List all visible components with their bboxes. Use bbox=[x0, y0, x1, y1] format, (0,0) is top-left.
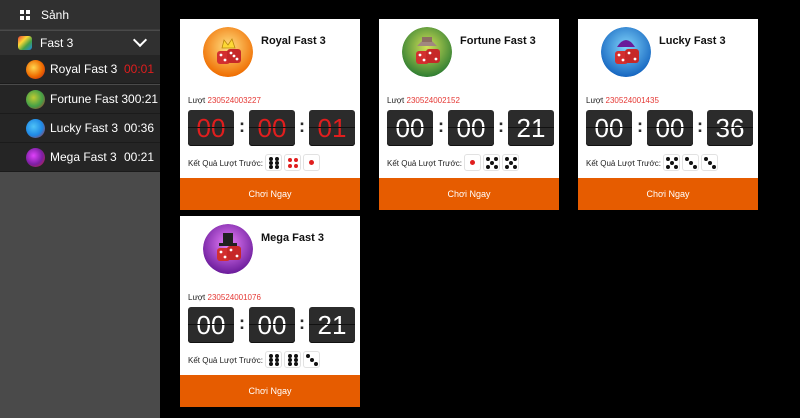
timer-separator: : bbox=[299, 116, 305, 136]
fortune-fast-3-icon bbox=[26, 89, 45, 109]
dice-six-icon bbox=[284, 351, 301, 368]
game-card-lucky-fast-3: Lucky Fast 3 Lượt 230524001435 00 : 00 :… bbox=[578, 19, 758, 210]
sidebar-item-fortune-fast-3[interactable]: Fortune Fast 3 00:21 bbox=[0, 85, 160, 114]
mega-fast-3-icon bbox=[26, 147, 45, 167]
sidebar-group-fast3[interactable]: Fast 3 bbox=[0, 31, 160, 55]
timer-separator: : bbox=[239, 116, 245, 136]
round-id: 230524001435 bbox=[605, 96, 659, 105]
dice-one-icon bbox=[303, 154, 320, 171]
dice-five-icon bbox=[663, 154, 680, 171]
timer-seconds: 21 bbox=[309, 307, 355, 343]
sidebar-game-countdown: 00:21 bbox=[123, 150, 154, 164]
card-title: Fortune Fast 3 bbox=[460, 35, 536, 47]
round-label: Lượt bbox=[188, 293, 206, 302]
round-id: 230524001076 bbox=[207, 293, 261, 302]
sidebar-game-name: Mega Fast 3 bbox=[50, 150, 117, 164]
timer-separator: : bbox=[697, 116, 703, 136]
sidebar-game-countdown: 00:21 bbox=[128, 92, 159, 106]
fortune-fast-3-logo bbox=[402, 27, 452, 77]
royal-fast-3-logo bbox=[203, 27, 253, 77]
timer-separator: : bbox=[498, 116, 504, 136]
lucky-fast-3-logo bbox=[601, 27, 651, 77]
sidebar-game-countdown: 00:01 bbox=[123, 62, 154, 76]
dice-three-icon bbox=[701, 154, 718, 171]
timer-seconds: 21 bbox=[508, 110, 554, 146]
mega-fast-3-logo bbox=[203, 224, 253, 274]
sidebar-game-name: Fortune Fast 3 bbox=[50, 92, 129, 106]
round-label: Lượt bbox=[188, 96, 206, 105]
timer-separator: : bbox=[438, 116, 444, 136]
sidebar-item-label: Sảnh bbox=[41, 7, 70, 22]
chevron-down-icon[interactable] bbox=[132, 32, 148, 48]
dice-three-icon bbox=[303, 351, 320, 368]
round-info: Lượt 230524003227 bbox=[188, 96, 261, 105]
royal-fast-3-icon bbox=[26, 59, 45, 79]
timer-hours: 00 bbox=[188, 110, 234, 146]
round-label: Lượt bbox=[586, 96, 604, 105]
game-card-mega-fast-3: Mega Fast 3 Lượt 230524001076 00 : 00 : … bbox=[180, 216, 360, 407]
dice-three-icon bbox=[682, 154, 699, 171]
timer-hours: 00 bbox=[586, 110, 632, 146]
timer-minutes: 00 bbox=[249, 307, 295, 343]
grid-icon bbox=[20, 9, 30, 20]
round-id: 230524003227 bbox=[207, 96, 261, 105]
timer-minutes: 00 bbox=[647, 110, 693, 146]
play-now-button[interactable]: Chơi Ngay bbox=[578, 178, 758, 210]
countdown-timer: 00 : 00 : 36 bbox=[586, 110, 754, 146]
sidebar-game-name: Royal Fast 3 bbox=[50, 62, 118, 76]
sidebar: Sảnh Fast 3 Royal Fast 3 00:01 Fortune F… bbox=[0, 0, 160, 418]
sidebar-item-lucky-fast-3[interactable]: Lucky Fast 3 00:36 bbox=[0, 114, 160, 143]
sidebar-item-royal-fast-3[interactable]: Royal Fast 3 00:01 bbox=[0, 55, 160, 84]
previous-result-label: Kết Quả Lượt Trước: bbox=[188, 356, 264, 365]
card-title: Mega Fast 3 bbox=[261, 232, 324, 244]
round-info: Lượt 230524002152 bbox=[387, 96, 460, 105]
timer-separator: : bbox=[239, 313, 245, 333]
game-card-royal-fast-3: Royal Fast 3 Lượt 230524003227 00 : 00 :… bbox=[180, 19, 360, 210]
previous-result-label: Kết Quả Lượt Trước: bbox=[188, 159, 264, 168]
timer-seconds: 36 bbox=[707, 110, 753, 146]
dice-five-icon bbox=[483, 154, 500, 171]
timer-hours: 00 bbox=[188, 307, 234, 343]
sidebar-game-name: Lucky Fast 3 bbox=[50, 121, 119, 135]
lucky-fast-3-icon bbox=[26, 118, 45, 138]
play-now-button[interactable]: Chơi Ngay bbox=[379, 178, 559, 210]
play-now-button[interactable]: Chơi Ngay bbox=[180, 375, 360, 407]
round-info: Lượt 230524001076 bbox=[188, 293, 261, 302]
timer-hours: 00 bbox=[387, 110, 433, 146]
sidebar-game-countdown: 00:36 bbox=[123, 121, 154, 135]
dice-six-icon bbox=[265, 154, 282, 171]
card-title: Royal Fast 3 bbox=[261, 35, 326, 47]
sidebar-item-mega-fast-3[interactable]: Mega Fast 3 00:21 bbox=[0, 143, 160, 172]
timer-seconds: 01 bbox=[309, 110, 355, 146]
dice-six-icon bbox=[265, 351, 282, 368]
previous-result-label: Kết Quả Lượt Trước: bbox=[586, 159, 662, 168]
sidebar-group-label: Fast 3 bbox=[40, 36, 74, 50]
timer-separator: : bbox=[299, 313, 305, 333]
timer-separator: : bbox=[637, 116, 643, 136]
round-id: 230524002152 bbox=[406, 96, 460, 105]
dice-four-icon bbox=[284, 154, 301, 171]
countdown-timer: 00 : 00 : 01 bbox=[188, 110, 356, 146]
card-title: Lucky Fast 3 bbox=[659, 35, 726, 47]
play-now-button[interactable]: Chơi Ngay bbox=[180, 178, 360, 210]
round-info: Lượt 230524001435 bbox=[586, 96, 659, 105]
countdown-timer: 00 : 00 : 21 bbox=[387, 110, 555, 146]
sidebar-item-lobby[interactable]: Sảnh bbox=[0, 0, 160, 30]
game-card-fortune-fast-3: Fortune Fast 3 Lượt 230524002152 00 : 00… bbox=[379, 19, 559, 210]
dice-five-icon bbox=[502, 154, 519, 171]
previous-result-label: Kết Quả Lượt Trước: bbox=[387, 159, 463, 168]
fast3-icon bbox=[18, 36, 32, 50]
timer-minutes: 00 bbox=[249, 110, 295, 146]
round-label: Lượt bbox=[387, 96, 405, 105]
timer-minutes: 00 bbox=[448, 110, 494, 146]
dice-one-icon bbox=[464, 154, 481, 171]
countdown-timer: 00 : 00 : 21 bbox=[188, 307, 356, 343]
